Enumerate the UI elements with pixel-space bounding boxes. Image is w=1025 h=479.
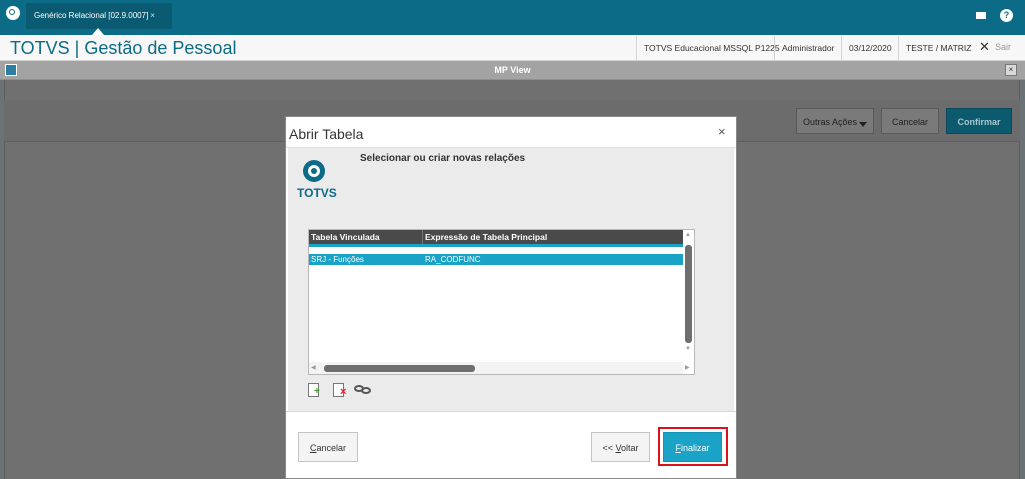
exit-icon[interactable]: ✕ xyxy=(979,39,990,55)
finish-highlight-box xyxy=(658,427,728,466)
back-button[interactable]: << Voltar xyxy=(591,432,650,462)
dialog-cancel-button[interactable]: Cancelar xyxy=(298,432,358,462)
link-icon[interactable] xyxy=(354,384,374,396)
exit-link[interactable]: Sair xyxy=(995,42,1011,52)
grid-header-accent xyxy=(309,244,683,247)
mpview-title: MP View xyxy=(494,65,531,75)
close-icon[interactable]: × xyxy=(718,124,726,139)
totvs-logo-dot xyxy=(311,168,317,174)
tab-label: Genérico Relacional [02.9.0007] xyxy=(34,11,149,20)
dialog-title: Abrir Tabela xyxy=(289,126,364,142)
mail-icon[interactable] xyxy=(976,12,986,19)
window-icon xyxy=(5,64,17,76)
cancel-button[interactable]: Cancelar xyxy=(881,108,939,134)
help-icon[interactable]: ? xyxy=(1000,9,1013,22)
dialog-subtitle: Selecionar ou criar novas relações xyxy=(360,153,526,164)
confirm-button[interactable]: Confirmar xyxy=(946,108,1012,134)
table-cell[interactable]: SRJ - Funções xyxy=(309,254,423,265)
more-actions-label: Outras Ações xyxy=(802,117,858,127)
scroll-down-icon[interactable]: ▼ xyxy=(685,346,691,352)
date-info[interactable]: 03/12/2020 xyxy=(841,36,899,60)
vertical-scroll-thumb[interactable] xyxy=(685,245,692,343)
app-brand: TOTVS | Gestão de Pessoal xyxy=(10,38,237,58)
mpview-close-icon[interactable]: × xyxy=(1005,64,1017,76)
table-cell[interactable]: RA_CODFUNC xyxy=(423,254,683,265)
active-tab-indicator xyxy=(92,28,104,35)
delete-relation-icon[interactable] xyxy=(333,383,346,397)
horizontal-scroll-thumb[interactable] xyxy=(324,365,475,372)
totvs-logo-text: TOTVS xyxy=(297,186,337,200)
chevron-down-icon xyxy=(859,122,867,127)
divider xyxy=(286,411,736,412)
branch-info[interactable]: TESTE / MATRIZ xyxy=(898,36,978,60)
environment-info[interactable]: TOTVS Educacional MSSQL P1225 xyxy=(636,36,787,60)
tab-close-icon[interactable]: × xyxy=(150,11,155,20)
cancel-label: ancelar xyxy=(316,443,347,453)
user-info[interactable]: Administrador xyxy=(774,36,841,60)
add-relation-icon[interactable] xyxy=(308,383,324,397)
back-prefix: << xyxy=(602,443,616,453)
tab-generico-relacional[interactable]: Genérico Relacional [02.9.0007] × xyxy=(26,3,172,29)
relations-grid[interactable] xyxy=(308,229,695,375)
column-header-linked-table[interactable]: Tabela Vinculada xyxy=(309,230,423,244)
column-header-main-expression[interactable]: Expressão de Tabela Principal xyxy=(423,230,683,244)
scroll-left-icon[interactable]: ◀ xyxy=(311,364,316,371)
more-actions-button[interactable]: Outras Ações xyxy=(796,108,874,134)
back-label: oltar xyxy=(621,443,639,453)
totvs-logo-icon[interactable] xyxy=(6,6,20,20)
scroll-right-icon[interactable]: ▶ xyxy=(685,364,690,371)
scroll-up-icon[interactable]: ▲ xyxy=(685,232,691,238)
